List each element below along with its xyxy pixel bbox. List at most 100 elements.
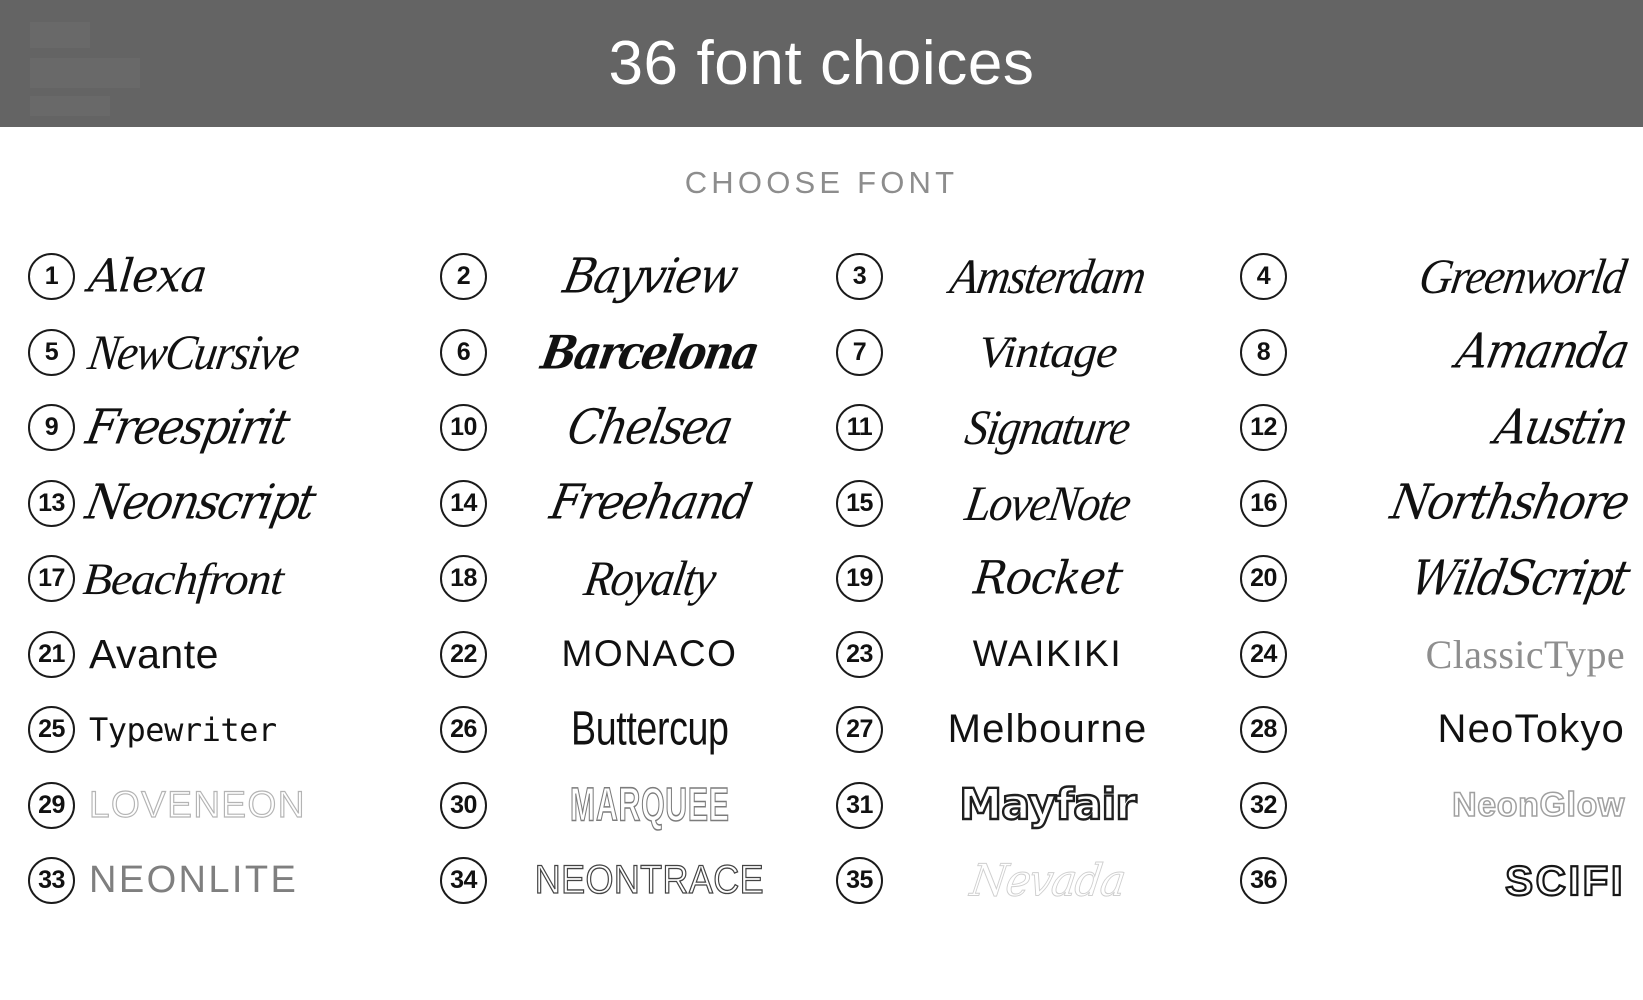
font-option-label: Neonscript <box>81 475 319 532</box>
font-option-label: Freespirit <box>81 399 293 456</box>
font-option-label: Amanda <box>1451 324 1633 381</box>
font-option-number-badge: 18 <box>440 555 487 603</box>
font-option-number-badge: 16 <box>1240 479 1287 527</box>
font-option-label: NEONLITE <box>89 859 299 902</box>
font-option-label: Alexa <box>86 250 209 304</box>
font-option-2[interactable]: 2 Bayview <box>410 239 820 315</box>
font-option-sample: Neonscript <box>75 475 410 532</box>
font-option-number-badge: 19 <box>836 555 883 603</box>
font-option-sample: Bayview <box>487 248 820 305</box>
font-option-label: WildScript <box>1406 550 1633 607</box>
font-option-sample: WildScript <box>1287 550 1643 607</box>
font-option-number-badge: 26 <box>440 706 487 754</box>
font-option-sample: MONACO <box>487 633 820 675</box>
font-option-sample: Melbourne <box>883 707 1220 752</box>
font-option-number-badge: 32 <box>1240 781 1287 829</box>
font-option-34[interactable]: 34 NEONTRACE <box>410 843 820 919</box>
font-option-number-badge: 29 <box>28 781 75 829</box>
font-option-sample: NeonGlow <box>1287 785 1643 825</box>
font-option-13[interactable]: 13 Neonscript <box>0 466 410 542</box>
font-option-21[interactable]: 21 Avante <box>0 617 410 693</box>
font-option-label: ClassicType <box>1425 631 1625 677</box>
font-option-label: Buttercup <box>570 702 729 756</box>
font-option-number-badge: 2 <box>440 253 487 301</box>
font-option-number-badge: 4 <box>1240 253 1287 301</box>
font-option-number-badge: 8 <box>1240 328 1287 376</box>
font-option-22[interactable]: 22 MONACO <box>410 617 820 693</box>
font-option-17[interactable]: 17 Beachfront <box>0 541 410 617</box>
font-option-7[interactable]: 7 Vintage <box>820 315 1220 391</box>
font-option-label: Nevada <box>967 855 1128 907</box>
font-option-number-badge: 25 <box>28 706 75 754</box>
font-option-sample: LOVENEON <box>75 784 410 826</box>
font-option-sample: NewCursive <box>75 325 410 380</box>
font-option-sample: NEONTRACE <box>487 858 820 903</box>
font-option-label: Northshore <box>1386 475 1633 532</box>
font-option-label: LOVENEON <box>88 784 306 826</box>
font-option-14[interactable]: 14 Freehand <box>410 466 820 542</box>
font-option-1[interactable]: 1 Alexa <box>0 239 410 315</box>
font-option-35[interactable]: 35 Nevada <box>820 843 1220 919</box>
font-option-label: NEONTRACE <box>534 858 765 903</box>
font-option-label: Greenworld <box>1416 249 1630 305</box>
font-option-31[interactable]: 31 Mayfair <box>820 768 1220 844</box>
font-option-label: Amsterdam <box>946 249 1149 305</box>
font-option-number-badge: 31 <box>836 781 883 829</box>
font-option-sample: Greenworld <box>1287 249 1643 305</box>
font-option-number-badge: 34 <box>440 857 487 905</box>
header-bar: 36 font choices <box>0 0 1643 127</box>
font-option-8[interactable]: 8 Amanda <box>1220 315 1643 391</box>
font-option-20[interactable]: 20 WildScript <box>1220 541 1643 617</box>
font-option-sample: Barcelona <box>487 325 820 379</box>
watermark-logo <box>30 12 230 117</box>
font-option-number-badge: 21 <box>28 630 75 678</box>
font-option-9[interactable]: 9 Freespirit <box>0 390 410 466</box>
font-option-label: Rocket <box>970 552 1125 606</box>
font-option-25[interactable]: 25 Typewriter <box>0 692 410 768</box>
font-option-18[interactable]: 18 Royalty <box>410 541 820 617</box>
font-option-number-badge: 20 <box>1240 555 1287 603</box>
font-option-number-badge: 1 <box>28 253 75 301</box>
font-option-36[interactable]: 36 SCIFI <box>1220 843 1643 919</box>
font-option-number-badge: 6 <box>440 328 487 376</box>
font-option-sample: Amanda <box>1287 324 1643 381</box>
font-option-label: NeoTokyo <box>1437 707 1625 752</box>
font-option-4[interactable]: 4 Greenworld <box>1220 239 1643 315</box>
font-option-15[interactable]: 15 LoveNote <box>820 466 1220 542</box>
font-option-sample: Vintage <box>883 326 1220 378</box>
font-option-10[interactable]: 10 Chelsea <box>410 390 820 466</box>
font-option-label: SCIFI <box>1504 856 1625 905</box>
font-option-5[interactable]: 5 NewCursive <box>0 315 410 391</box>
font-option-29[interactable]: 29 LOVENEON <box>0 768 410 844</box>
font-option-28[interactable]: 28 NeoTokyo <box>1220 692 1643 768</box>
font-option-3[interactable]: 3 Amsterdam <box>820 239 1220 315</box>
font-option-12[interactable]: 12 Austin <box>1220 390 1643 466</box>
font-option-label: Bayview <box>558 248 741 305</box>
font-option-33[interactable]: 33 NEONLITE <box>0 843 410 919</box>
font-option-number-badge: 33 <box>28 857 75 905</box>
font-option-sample: Beachfront <box>75 553 410 605</box>
font-option-number-badge: 15 <box>836 479 883 527</box>
font-option-23[interactable]: 23 WAIKIKI <box>820 617 1220 693</box>
font-option-6[interactable]: 6 Barcelona <box>410 315 820 391</box>
font-option-sample: Amsterdam <box>883 249 1220 305</box>
font-option-number-badge: 24 <box>1240 630 1287 678</box>
font-option-sample: Mayfair <box>883 779 1220 831</box>
font-option-19[interactable]: 19 Rocket <box>820 541 1220 617</box>
font-option-label: Beachfront <box>81 553 286 604</box>
font-option-11[interactable]: 11 Signature <box>820 390 1220 466</box>
font-option-24[interactable]: 24 ClassicType <box>1220 617 1643 693</box>
font-option-number-badge: 14 <box>440 479 487 527</box>
font-option-26[interactable]: 26 Buttercup <box>410 692 820 768</box>
font-option-number-badge: 35 <box>836 857 883 905</box>
font-option-16[interactable]: 16 Northshore <box>1220 466 1643 542</box>
font-option-label: MARQUEE <box>569 778 730 832</box>
font-option-sample: MARQUEE <box>487 778 820 832</box>
font-option-number-badge: 23 <box>836 630 883 678</box>
font-option-27[interactable]: 27 Melbourne <box>820 692 1220 768</box>
font-option-sample: Nevada <box>883 855 1220 907</box>
font-option-number-badge: 22 <box>440 630 487 678</box>
font-option-30[interactable]: 30 MARQUEE <box>410 768 820 844</box>
font-option-label: Austin <box>1490 399 1632 456</box>
font-option-32[interactable]: 32 NeonGlow <box>1220 768 1643 844</box>
